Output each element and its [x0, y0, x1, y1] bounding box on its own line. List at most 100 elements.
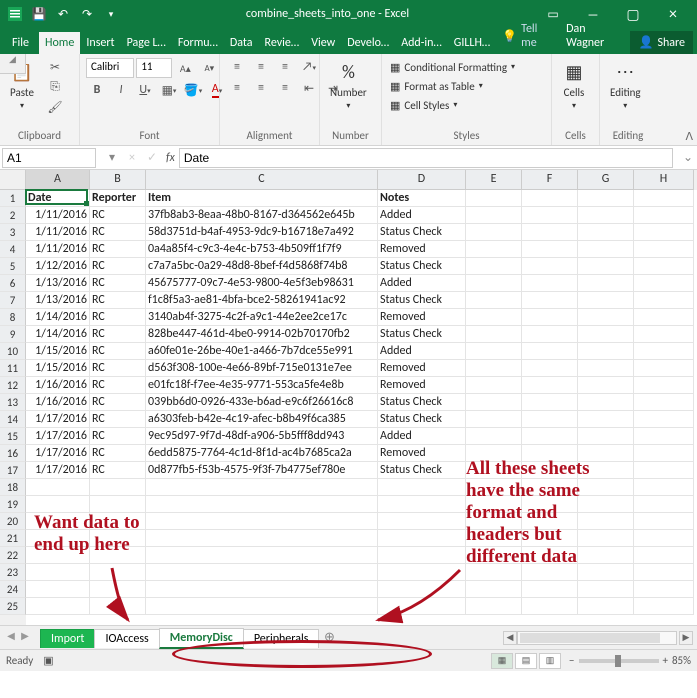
tab-addins[interactable]: Add-in… — [395, 32, 448, 54]
cell[interactable]: 9ec95d97-9f7d-48df-a906-5b5fff8dd943 — [146, 428, 378, 445]
cell[interactable]: RC — [90, 258, 146, 275]
cell[interactable]: RC — [90, 275, 146, 292]
cell[interactable] — [634, 224, 694, 241]
cell[interactable] — [634, 547, 694, 564]
cell[interactable]: Item — [146, 190, 378, 207]
cell[interactable] — [522, 496, 578, 513]
table-row[interactable]: DateReporterItemNotes — [26, 190, 697, 207]
fill-color-button[interactable]: 🪣▾ — [182, 81, 204, 99]
cell[interactable] — [634, 326, 694, 343]
table-row[interactable]: 1/16/2016RCe01fc18f-f7ee-4e35-9771-553ca… — [26, 377, 697, 394]
cell[interactable] — [466, 496, 522, 513]
cell[interactable]: Added — [378, 428, 466, 445]
cell[interactable] — [634, 275, 694, 292]
cell[interactable]: f1c8f5a3-ae81-4bfa-bce2-58261941ac92 — [146, 292, 378, 309]
cell[interactable] — [634, 428, 694, 445]
cell[interactable] — [522, 564, 578, 581]
table-row[interactable]: 1/13/2016RC45675777-09c7-4e53-9800-4e5f3… — [26, 275, 697, 292]
tab-formulas[interactable]: Formu… — [172, 32, 224, 54]
tab-file[interactable]: File — [4, 32, 39, 54]
sheet-nav-prev-icon[interactable]: ◀ — [4, 629, 18, 647]
hscroll-right-icon[interactable]: ▶ — [679, 631, 693, 645]
col-header-D[interactable]: D — [378, 170, 466, 190]
cell[interactable] — [466, 530, 522, 547]
zoom-out-icon[interactable]: − — [569, 654, 574, 667]
table-row[interactable]: 1/12/2016RCc7a7a5bc-0a29-48d8-8bef-f4d58… — [26, 258, 697, 275]
cell-styles-button[interactable]: ▦Cell Styles▾ — [388, 96, 517, 114]
view-normal-icon[interactable]: ▦ — [491, 653, 513, 669]
cell[interactable]: Reporter — [90, 190, 146, 207]
table-row[interactable] — [26, 598, 697, 615]
cell[interactable] — [378, 496, 466, 513]
cell[interactable]: 1/17/2016 — [26, 462, 90, 479]
cell[interactable]: 1/11/2016 — [26, 224, 90, 241]
cell[interactable] — [522, 377, 578, 394]
cell[interactable]: Status Check — [378, 326, 466, 343]
cell[interactable]: Status Check — [378, 292, 466, 309]
cell[interactable]: RC — [90, 292, 146, 309]
row-header[interactable]: 15 — [0, 428, 26, 445]
cell[interactable] — [522, 292, 578, 309]
cell[interactable] — [466, 292, 522, 309]
cell[interactable] — [578, 428, 634, 445]
sheet-nav-next-icon[interactable]: ▶ — [18, 629, 32, 647]
cell[interactable] — [522, 598, 578, 615]
cell[interactable] — [522, 190, 578, 207]
formula-bar[interactable] — [179, 148, 673, 168]
cell[interactable] — [578, 258, 634, 275]
cell[interactable] — [634, 411, 694, 428]
bold-button[interactable]: B — [86, 81, 108, 99]
cell[interactable] — [466, 479, 522, 496]
cell[interactable]: Status Check — [378, 411, 466, 428]
cell[interactable] — [90, 513, 146, 530]
table-row[interactable]: 1/17/2016RC6edd5875-7764-4c1d-8f1d-ac4b7… — [26, 445, 697, 462]
cell[interactable] — [26, 564, 90, 581]
cell[interactable] — [90, 496, 146, 513]
cell[interactable]: Removed — [378, 445, 466, 462]
cell[interactable] — [146, 547, 378, 564]
editing-menu[interactable]: ⋯Editing▾ — [606, 58, 645, 113]
increase-font-icon[interactable]: A▴ — [174, 59, 196, 77]
cell[interactable] — [522, 241, 578, 258]
cell[interactable] — [578, 411, 634, 428]
cell[interactable] — [578, 292, 634, 309]
table-row[interactable] — [26, 581, 697, 598]
cell[interactable]: 37fb8ab3-8eaa-48b0-8167-d364562e645b — [146, 207, 378, 224]
cell[interactable] — [466, 224, 522, 241]
view-page-break-icon[interactable]: ▥ — [539, 653, 561, 669]
cell[interactable]: RC — [90, 411, 146, 428]
cell[interactable] — [26, 479, 90, 496]
tell-me[interactable]: 💡Tell me — [496, 18, 560, 54]
cell[interactable] — [634, 462, 694, 479]
cell[interactable] — [146, 479, 378, 496]
zoom-slider[interactable] — [579, 659, 659, 663]
decrease-indent-icon[interactable]: ⇤ — [298, 79, 320, 97]
cell[interactable] — [146, 496, 378, 513]
dialog-launcher-icon[interactable]: ◢ — [0, 54, 26, 74]
cell[interactable]: c7a7a5bc-0a29-48d8-8bef-f4d5868f74b8 — [146, 258, 378, 275]
app-icon[interactable] — [4, 3, 26, 25]
cell[interactable] — [90, 564, 146, 581]
number-format-button[interactable]: % Number ▾ — [326, 58, 371, 113]
cell[interactable] — [634, 530, 694, 547]
tab-data[interactable]: Data — [224, 32, 259, 54]
cell[interactable]: 1/17/2016 — [26, 411, 90, 428]
fx-icon[interactable]: fx — [162, 151, 179, 165]
cell[interactable] — [522, 581, 578, 598]
table-row[interactable]: 1/16/2016RC039bb6d0-0926-433e-b6ad-e9c6f… — [26, 394, 697, 411]
redo-icon[interactable]: ↷ — [76, 3, 98, 25]
col-header-H[interactable]: H — [634, 170, 694, 190]
cell[interactable] — [522, 394, 578, 411]
cell[interactable]: 3140ab4f-3275-4c2f-a9c1-44e2ee2ce17c — [146, 309, 378, 326]
cell[interactable] — [578, 581, 634, 598]
cell[interactable] — [522, 343, 578, 360]
cell[interactable] — [522, 547, 578, 564]
cell[interactable] — [522, 462, 578, 479]
cell[interactable] — [522, 411, 578, 428]
cell[interactable]: Status Check — [378, 394, 466, 411]
cell[interactable]: RC — [90, 462, 146, 479]
tab-page-layout[interactable]: Page L… — [121, 32, 172, 54]
row-header[interactable]: 24 — [0, 581, 26, 598]
align-right-icon[interactable]: ≡ — [274, 79, 296, 97]
align-left-icon[interactable]: ≡ — [226, 79, 248, 97]
